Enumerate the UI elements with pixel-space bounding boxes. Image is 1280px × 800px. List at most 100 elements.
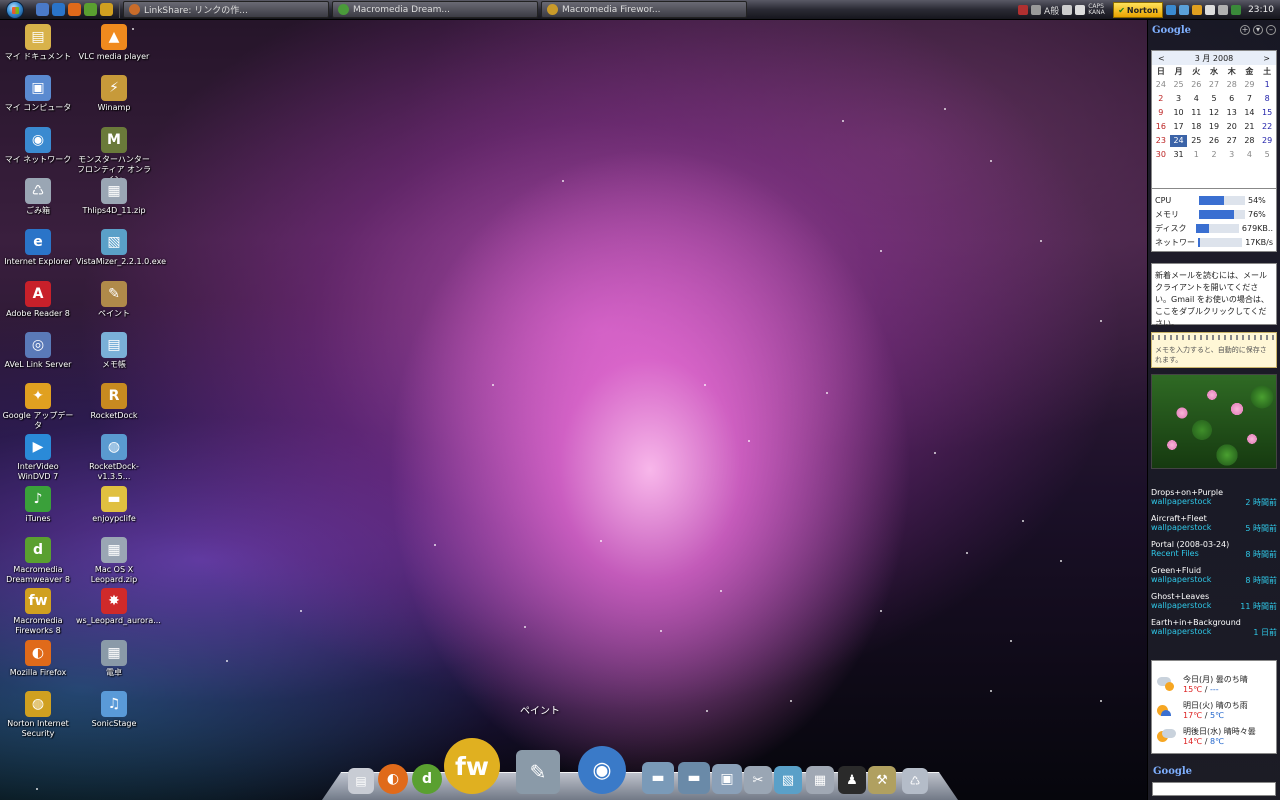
calendar-day[interactable]: 19 <box>1205 121 1223 133</box>
desktop-icon[interactable]: ✸ ws_Leopard_aurora... <box>76 588 161 626</box>
feed-item[interactable]: Green+Fluid wallpaperstock 8 時間前 <box>1151 564 1277 590</box>
desktop-icon[interactable]: ▲ VLC media player <box>76 24 152 62</box>
desktop-icon[interactable]: fw Macromedia Fireworks 8 <box>0 588 76 636</box>
norton-tray-badge[interactable]: ✔ Norton <box>1113 2 1164 18</box>
quick-launch-app-icon[interactable] <box>84 3 97 16</box>
calendar-day[interactable]: 25 <box>1170 79 1188 91</box>
dock-item-firefox-icon[interactable]: ◐ <box>378 764 408 794</box>
calendar-day[interactable]: 14 <box>1241 107 1259 119</box>
feed-item[interactable]: Earth+in+Background wallpaperstock 1 日前 <box>1151 616 1277 642</box>
desktop-icon[interactable]: Mモンスターハンター フロンティア オンライン <box>76 126 152 185</box>
feed-item[interactable]: Aircraft+Fleet wallpaperstock 5 時間前 <box>1151 512 1277 538</box>
dock-item-trash-icon[interactable]: ♺ <box>902 768 928 794</box>
dock-item-document-icon[interactable]: ▤ <box>348 768 374 794</box>
calendar-day[interactable]: 26 <box>1205 135 1223 147</box>
prev-month-button[interactable]: < <box>1158 54 1165 63</box>
taskbar-task-fireworks[interactable]: Macromedia Firewor... <box>541 1 747 18</box>
ime-mode-indicator[interactable]: A般 <box>1044 4 1059 17</box>
calendar-day[interactable]: 22 <box>1258 121 1276 133</box>
calendar-day[interactable]: 5 <box>1205 93 1223 105</box>
tray-app-icon[interactable] <box>1062 5 1073 15</box>
calendar-day[interactable]: 31 <box>1170 149 1188 161</box>
tray-app-icon[interactable] <box>1218 5 1229 15</box>
calendar-day[interactable]: 29 <box>1241 79 1259 91</box>
memo-gadget[interactable]: メモを入力すると、自動的に保存されます。 <box>1151 332 1277 368</box>
quick-launch-ie-icon[interactable] <box>52 3 65 16</box>
desktop-icon[interactable]: ♺ ごみ箱 <box>0 177 76 216</box>
calendar-day[interactable]: 4 <box>1187 93 1205 105</box>
desktop-icon[interactable]: ▣ マイ コンピュータ <box>0 75 76 113</box>
desktop-icon[interactable]: ◐ Mozilla Firefox <box>0 639 76 678</box>
tray-app-icon[interactable] <box>1031 5 1042 15</box>
desktop-icon[interactable]: ▬ enjoypclife <box>76 485 152 524</box>
desktop-icon[interactable]: ▦ 電卓 <box>76 639 152 678</box>
dock-item-folder-icon[interactable]: ▬ <box>678 762 710 794</box>
dock-item-images-icon[interactable]: ▣ <box>712 764 742 794</box>
desktop-icon[interactable]: ♫ SonicStage <box>76 690 152 729</box>
calendar-day[interactable]: 2 <box>1205 149 1223 161</box>
calendar-day[interactable]: 25 <box>1187 135 1205 147</box>
calendar-day[interactable]: 17 <box>1170 121 1188 133</box>
photo-gadget-water-lilies[interactable] <box>1151 374 1277 469</box>
calendar-day[interactable]: 7 <box>1241 93 1259 105</box>
desktop-icon[interactable]: ▶ InterVideo WinDVD 7 <box>0 434 76 482</box>
feed-item[interactable]: Drops+on+Purple wallpaperstock 2 時間前 <box>1151 486 1277 512</box>
tray-volume-icon[interactable] <box>1205 5 1216 15</box>
calendar-day[interactable]: 6 <box>1223 93 1241 105</box>
desktop-icon[interactable]: ▦ Mac OS X Leopard.zip <box>76 537 152 585</box>
desktop-icon[interactable]: e Internet Explorer <box>0 229 76 267</box>
quick-launch-app-icon[interactable] <box>100 3 113 16</box>
menu-icon[interactable]: ▾ <box>1253 25 1263 35</box>
tray-help-icon[interactable] <box>1075 5 1086 15</box>
calendar-day[interactable]: 9 <box>1152 107 1170 119</box>
taskbar-task-linkshare[interactable]: LinkShare: リンクの作... <box>123 1 329 18</box>
calendar-day[interactable]: 23 <box>1152 135 1170 147</box>
dock-item-dreamweaver-icon[interactable]: d <box>412 764 442 794</box>
dock-item-paint-icon[interactable]: ✎ <box>516 750 560 794</box>
desktop-icon[interactable]: d Macromedia Dreamweaver 8 <box>0 537 76 585</box>
desktop-icon[interactable]: ▧ VistaMizer_2.2.1.0.exe <box>76 229 166 267</box>
next-month-button[interactable]: > <box>1263 54 1270 63</box>
quick-launch-firefox-icon[interactable] <box>68 3 81 16</box>
dock-item-calculator-icon[interactable]: ▦ <box>806 766 834 794</box>
desktop-icon[interactable]: ♪ iTunes <box>0 485 76 524</box>
calendar-day[interactable]: 27 <box>1205 79 1223 91</box>
desktop-icon[interactable]: ▤ メモ帳 <box>76 331 152 370</box>
google-search-input[interactable] <box>1152 782 1276 796</box>
calendar-day[interactable]: 12 <box>1205 107 1223 119</box>
calendar-day[interactable]: 10 <box>1170 107 1188 119</box>
desktop-icon[interactable]: R RocketDock <box>76 383 152 421</box>
desktop-icon[interactable]: A Adobe Reader 8 <box>0 280 76 319</box>
calendar-day[interactable]: 13 <box>1223 107 1241 119</box>
desktop-icon[interactable]: ◍ RocketDock-v1.3.5... <box>76 434 152 482</box>
calendar-day[interactable]: 8 <box>1258 93 1276 105</box>
calendar-day[interactable]: 4 <box>1241 149 1259 161</box>
feed-item[interactable]: Portal (2008-03-24) Recent Files 8 時間前 <box>1151 538 1277 564</box>
tray-app-icon[interactable] <box>1018 5 1029 15</box>
calendar-day[interactable]: 21 <box>1241 121 1259 133</box>
calendar-day[interactable]: 3 <box>1223 149 1241 161</box>
start-button[interactable] <box>0 0 30 20</box>
quick-launch-desktop-icon[interactable] <box>36 3 49 16</box>
dock-item-fireworks-icon[interactable]: fw <box>444 738 500 794</box>
calendar-day[interactable]: 27 <box>1223 135 1241 147</box>
calendar-day[interactable]: 20 <box>1223 121 1241 133</box>
dock-item-globe-icon[interactable]: ◉ <box>578 746 626 794</box>
desktop-icon[interactable]: ✦ Google アップデータ <box>0 383 76 431</box>
calendar-day[interactable]: 5 <box>1258 149 1276 161</box>
dock-item-tools-icon[interactable]: ✂ <box>744 766 772 794</box>
tray-app-icon[interactable] <box>1192 5 1203 15</box>
add-gadget-icon[interactable]: + <box>1240 25 1250 35</box>
dock-item-folder-icon[interactable]: ▬ <box>642 762 674 794</box>
dock-item-utilities-icon[interactable]: ⚒ <box>868 766 896 794</box>
tray-app-icon[interactable] <box>1231 5 1242 15</box>
calendar-day[interactable]: 2 <box>1152 93 1170 105</box>
calendar-day[interactable]: 11 <box>1187 107 1205 119</box>
dock-item-tuxedo-icon[interactable]: ♟ <box>838 766 866 794</box>
calendar-day[interactable]: 1 <box>1258 79 1276 91</box>
feed-item[interactable]: Ghost+Leaves wallpaperstock 11 時間前 <box>1151 590 1277 616</box>
desktop-icon[interactable]: ▦ Thlips4D_11.zip <box>76 177 152 216</box>
calendar-day[interactable]: 29 <box>1258 135 1276 147</box>
calendar-day[interactable]: 15 <box>1258 107 1276 119</box>
calendar-day[interactable]: 28 <box>1241 135 1259 147</box>
